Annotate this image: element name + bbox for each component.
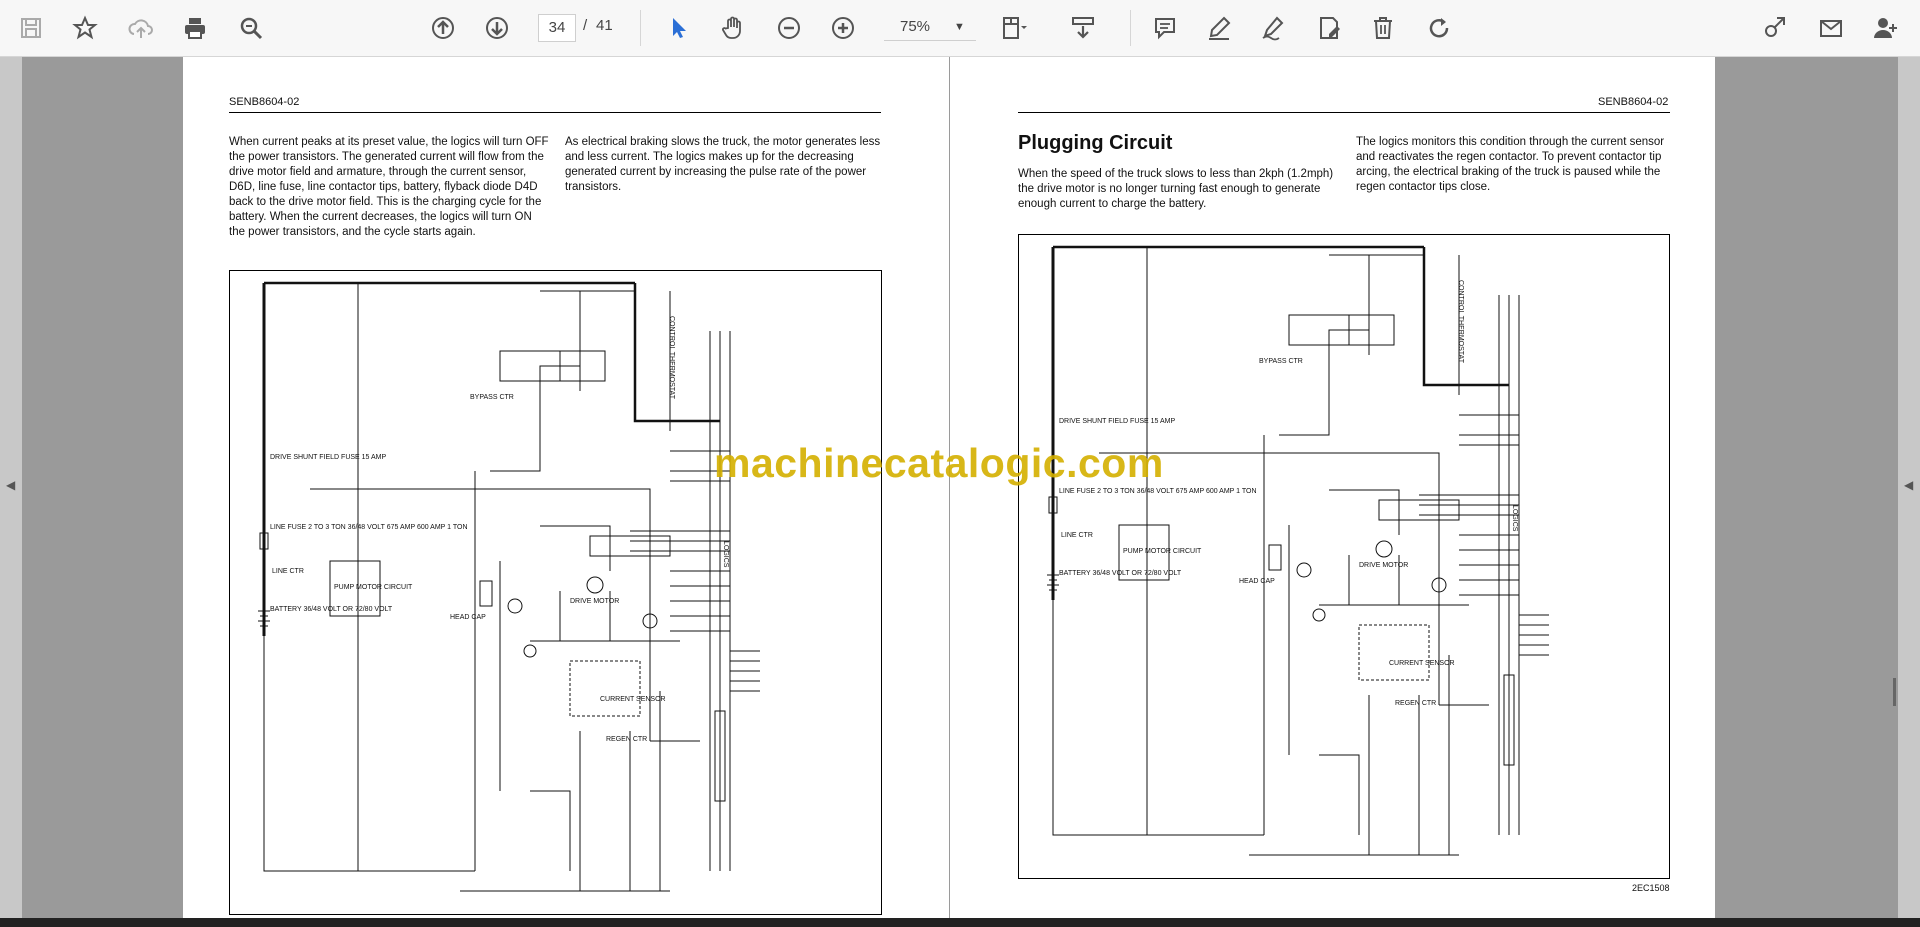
left-gutter — [0, 57, 22, 927]
diagram-label: LINE FUSE 2 TO 3 TON 36/48 VOLT 675 AMP … — [1059, 488, 1257, 495]
right-page: SENB8604-02 Plugging Circuit When the sp… — [950, 57, 1715, 927]
diagram-label: PUMP MOTOR CIRCUIT — [334, 584, 413, 591]
diagram-label: DRIVE SHUNT FIELD FUSE 15 AMP — [1059, 418, 1176, 425]
bookmark-star-icon[interactable] — [66, 9, 104, 47]
diagram-label: LINE CTR — [1061, 532, 1093, 539]
draw-icon[interactable] — [1254, 9, 1292, 47]
page-number-input[interactable]: 34 — [538, 14, 576, 42]
circuit-schematic: DRIVE SHUNT FIELD FUSE 15 AMP LINE FUSE … — [1047, 245, 1549, 856]
page-separator: / — [583, 17, 588, 34]
zoom-value: 75% — [900, 18, 931, 35]
diagram-label: HEAD CAP — [450, 614, 486, 621]
diagram-label: HEAD CAP — [1239, 578, 1275, 585]
right-gutter — [1898, 57, 1920, 927]
circuit-diagram: DRIVE SHUNT FIELD FUSE 15 AMP LINE FUSE … — [229, 270, 882, 915]
page-header: SENB8604-02 — [229, 96, 300, 108]
body-paragraph: When current peaks at its preset value, … — [229, 136, 549, 238]
toolbar: 34 / 41 75% ▼ — [0, 0, 1920, 57]
select-cursor-icon[interactable] — [660, 9, 698, 47]
chevron-down-icon: ▼ — [954, 21, 965, 33]
diagram-label: CURRENT SENSOR — [600, 696, 666, 703]
delete-icon[interactable] — [1364, 9, 1402, 47]
page-total: 41 — [596, 17, 613, 34]
diagram-label: REGEN CTR — [606, 736, 647, 743]
diagram-label: CURRENT SENSOR — [1389, 660, 1455, 667]
figure-id: 2EC1508 — [1632, 883, 1670, 893]
print-icon[interactable] — [176, 9, 214, 47]
diagram-label: CONTROL THERMOSTAT — [1457, 280, 1464, 364]
zoom-select[interactable]: 75% ▼ — [884, 14, 976, 41]
next-page-arrow-icon[interactable]: ◀ — [1904, 478, 1913, 492]
cloud-upload-icon[interactable] — [122, 9, 160, 47]
page-header: SENB8604-02 — [1598, 96, 1669, 108]
share-link-icon[interactable] — [1756, 9, 1794, 47]
diagram-label: DRIVE MOTOR — [1359, 562, 1408, 569]
body-paragraph: As electrical braking slows the truck, t… — [565, 136, 881, 193]
body-paragraph: The logics monitors this condition throu… — [1356, 136, 1665, 193]
scroll-mode-icon[interactable] — [1064, 9, 1102, 47]
left-page: SENB8604-02 When current peaks at its pr… — [183, 57, 949, 927]
watermark: machinecatalogic.com — [714, 440, 1164, 486]
header-rule — [1018, 112, 1670, 113]
previous-page-arrow-icon[interactable]: ◀ — [6, 478, 15, 492]
page-up-icon[interactable] — [424, 9, 462, 47]
diagram-label: DRIVE MOTOR — [570, 598, 619, 605]
body-paragraph: When the speed of the truck slows to les… — [1018, 168, 1334, 210]
diagram-label: REGEN CTR — [1395, 700, 1436, 707]
zoom-search-icon[interactable] — [232, 9, 270, 47]
section-heading: Plugging Circuit — [1018, 132, 1173, 154]
email-icon[interactable] — [1812, 9, 1850, 47]
fit-page-icon[interactable] — [994, 9, 1032, 47]
page-down-icon[interactable] — [478, 9, 516, 47]
diagram-label: BATTERY 36/48 VOLT OR 72/80 VOLT — [1059, 570, 1182, 577]
header-rule — [229, 112, 881, 113]
diagram-label: PUMP MOTOR CIRCUIT — [1123, 548, 1202, 555]
highlight-pen-icon[interactable] — [1200, 9, 1238, 47]
hand-pan-icon[interactable] — [714, 9, 752, 47]
scrollbar-thumb[interactable] — [1893, 678, 1896, 706]
diagram-label: CONTROL THERMOSTAT — [668, 316, 675, 400]
diagram-label: DRIVE SHUNT FIELD FUSE 15 AMP — [270, 454, 387, 461]
circuit-schematic: DRIVE SHUNT FIELD FUSE 15 AMP LINE FUSE … — [258, 281, 760, 892]
toolbar-divider — [1130, 10, 1131, 46]
comment-icon[interactable] — [1146, 9, 1184, 47]
diagram-label: LOGICS — [1511, 505, 1518, 532]
diagram-label: LINE FUSE 2 TO 3 TON 36/48 VOLT 675 AMP … — [270, 524, 468, 531]
toolbar-divider — [640, 10, 641, 46]
zoom-out-icon[interactable] — [770, 9, 808, 47]
add-user-icon[interactable] — [1866, 9, 1904, 47]
bottom-bar — [0, 918, 1920, 927]
diagram-label: BYPASS CTR — [1259, 358, 1303, 365]
edit-text-icon[interactable] — [1310, 9, 1348, 47]
diagram-label: BATTERY 36/48 VOLT OR 72/80 VOLT — [270, 606, 393, 613]
rotate-icon[interactable] — [1420, 9, 1458, 47]
save-icon[interactable] — [12, 9, 50, 47]
diagram-label: LOGICS — [722, 541, 729, 568]
circuit-diagram: DRIVE SHUNT FIELD FUSE 15 AMP LINE FUSE … — [1018, 234, 1670, 879]
zoom-in-icon[interactable] — [824, 9, 862, 47]
diagram-label: BYPASS CTR — [470, 394, 514, 401]
diagram-label: LINE CTR — [272, 568, 304, 575]
